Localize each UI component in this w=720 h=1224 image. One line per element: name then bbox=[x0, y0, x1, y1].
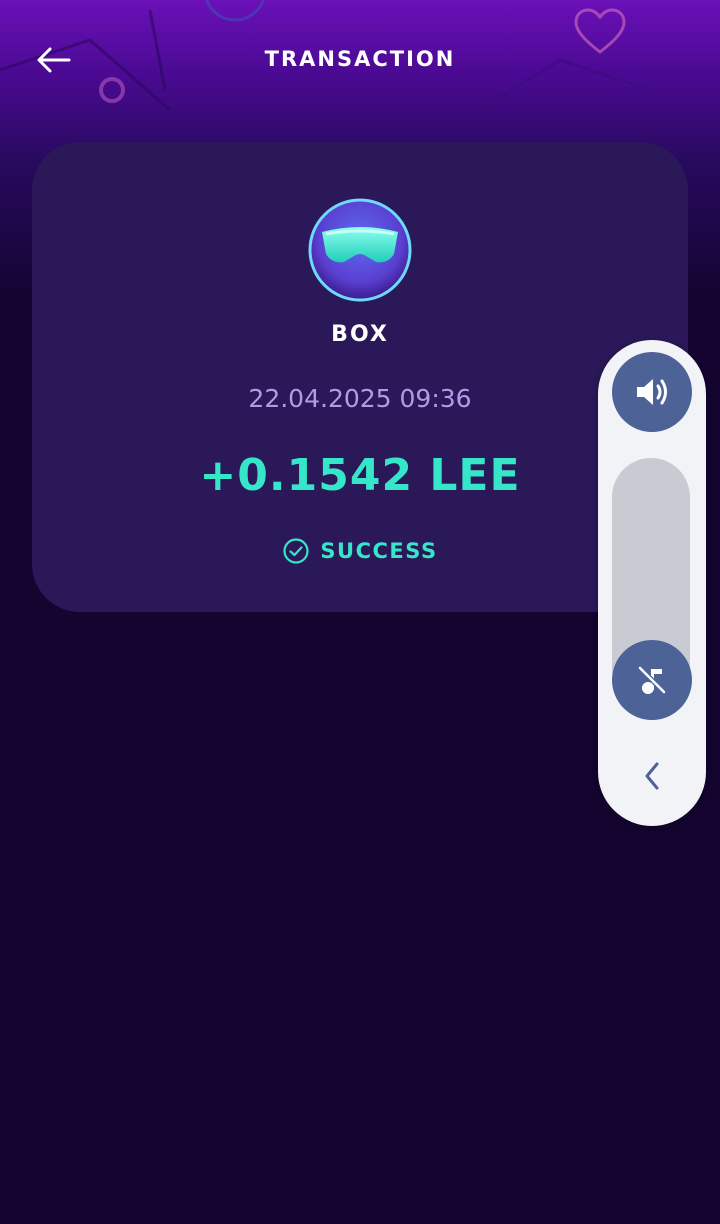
box-avatar-icon bbox=[308, 198, 412, 302]
check-circle-icon bbox=[283, 538, 310, 564]
status-text: SUCCESS bbox=[320, 539, 438, 563]
music-off-icon bbox=[638, 666, 666, 694]
collapse-panel-button[interactable] bbox=[628, 752, 676, 800]
status-badge: SUCCESS bbox=[32, 534, 688, 568]
transaction-amount: +0.1542 LEE bbox=[199, 450, 521, 501]
chevron-left-icon bbox=[645, 762, 659, 790]
transaction-date: 22.04.2025 09:36 bbox=[248, 384, 472, 413]
volume-panel bbox=[598, 340, 706, 826]
mute-button[interactable] bbox=[612, 640, 692, 720]
transaction-card: BOX 22.04.2025 09:36 +0.1542 LEE SUCCESS bbox=[32, 142, 688, 612]
speaker-button[interactable] bbox=[612, 352, 692, 432]
page-title: TRANSACTION bbox=[264, 47, 456, 71]
box-name: BOX bbox=[331, 322, 389, 347]
speaker-icon bbox=[637, 379, 667, 405]
